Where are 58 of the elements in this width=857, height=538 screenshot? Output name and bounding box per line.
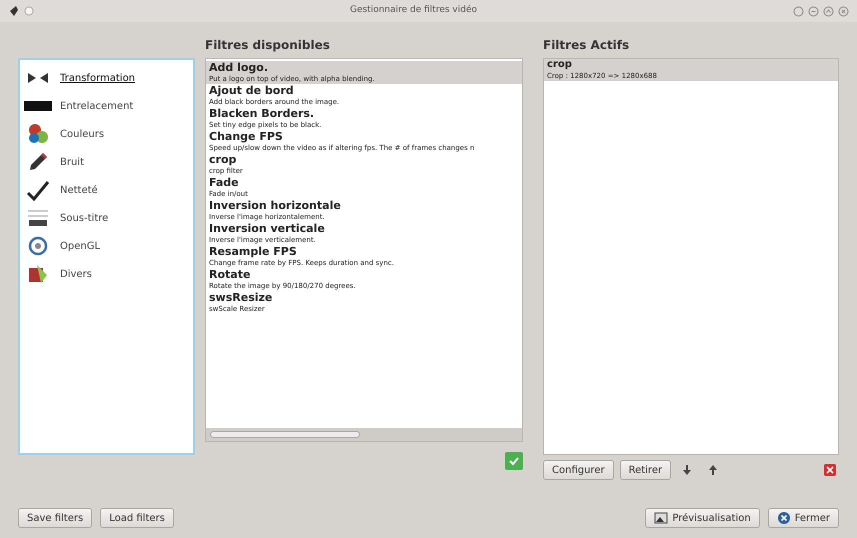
category-item[interactable]: Couleurs — [20, 120, 193, 148]
filter-name: Fade — [209, 176, 240, 189]
picture-frame-icon — [654, 512, 668, 524]
file-button[interactable]: Load filters — [100, 508, 174, 528]
section-heading: Filtres disponibles — [205, 37, 331, 54]
filter-name: Rotate — [209, 268, 252, 281]
category-item[interactable]: Entrelacement — [20, 92, 193, 120]
globe-icon — [28, 236, 48, 256]
bar-icon — [24, 99, 52, 113]
minimize-icon[interactable] — [808, 6, 819, 16]
close-icon — [776, 511, 791, 525]
section-heading: Filtres Actifs — [543, 37, 630, 54]
category-item[interactable]: Netteté — [20, 176, 193, 204]
filter-name: crop — [547, 59, 573, 71]
category-label: Transformation — [60, 72, 136, 86]
pen-icon — [27, 151, 49, 173]
filter-name: Inversion horizontale — [209, 199, 342, 212]
arrow-down-icon — [682, 464, 692, 476]
filter-name: Add logo. — [209, 61, 270, 74]
category-label: Entrelacement — [60, 100, 134, 114]
filter-name: Change FPS — [209, 130, 284, 143]
delete-button[interactable] — [821, 461, 839, 479]
category-label: OpenGL — [60, 240, 100, 254]
category-label: Sous-titre — [60, 212, 108, 226]
dialog-button[interactable]: Fermer — [768, 508, 839, 528]
close-icon[interactable] — [838, 6, 849, 16]
category-item[interactable]: Sous-titre — [20, 204, 193, 232]
category-label: Netteté — [60, 184, 98, 198]
category-label: Divers — [60, 268, 92, 282]
maximize-icon[interactable] — [823, 6, 834, 16]
dialog-button[interactable]: Prévisualisation — [645, 508, 760, 528]
action-button[interactable]: Retirer — [620, 460, 672, 480]
arrows-icon — [27, 72, 49, 84]
filter-name: crop — [209, 153, 238, 166]
arrow-up-icon — [708, 464, 718, 476]
category-item[interactable]: Divers — [20, 260, 193, 288]
filter-name: Inversion verticale — [209, 222, 326, 235]
category-label: Couleurs — [60, 128, 104, 142]
add-filter-button[interactable] — [505, 452, 523, 470]
app-logo-icon — [8, 5, 20, 17]
filter-name: Ajout de bord — [209, 84, 295, 97]
filter-name: Blacken Borders. — [209, 107, 316, 120]
filter-name: Resample FPS — [209, 245, 298, 258]
action-button[interactable]: Configurer — [543, 460, 614, 480]
horizontal-scrollbar[interactable] — [206, 428, 522, 441]
window-title: Gestionnaire de filtres vidéo — [348, 4, 478, 18]
category-label: Bruit — [60, 156, 84, 170]
misc-icon — [27, 263, 49, 285]
colors-icon — [27, 123, 49, 145]
filter-name: swsResize — [209, 291, 274, 304]
scrollbar-handle[interactable] — [210, 431, 360, 438]
category-item[interactable]: OpenGL — [20, 232, 193, 260]
help-icon[interactable] — [793, 6, 804, 16]
remove-icon — [823, 463, 837, 477]
checkmark-icon — [508, 455, 520, 467]
category-item[interactable]: Bruit — [20, 148, 193, 176]
category-item[interactable]: Transformation — [20, 64, 193, 92]
file-button[interactable]: Save filters — [18, 508, 92, 528]
